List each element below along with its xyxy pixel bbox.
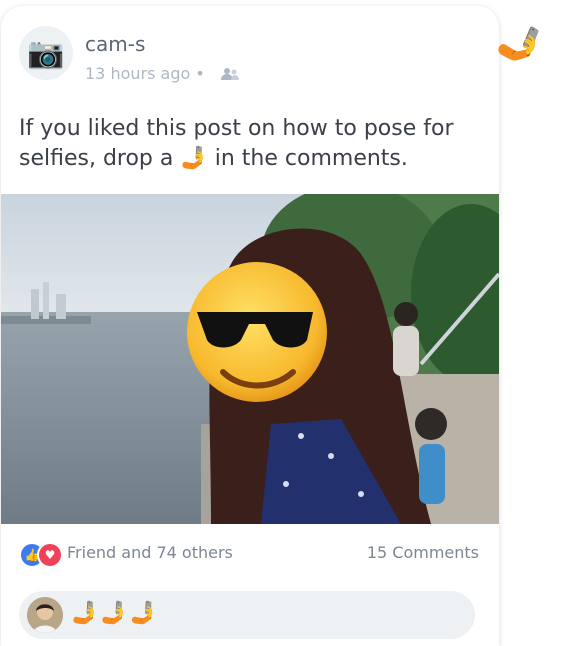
post-card: 📷 cam-s 13 hours ago • If you liked this… [1,6,499,646]
comment-preview[interactable]: 🤳🤳🤳 [19,591,475,639]
timestamp-separator: • [195,64,205,83]
reaction-icons[interactable]: 👍 ♥ [19,542,65,568]
comment-text: 🤳🤳🤳 [71,601,160,626]
love-icon: ♥ [37,542,63,568]
friends-icon[interactable] [221,66,239,85]
camera-icon: 📷 [27,35,65,71]
selfie-icon: 🤳 [492,16,549,71]
comments-count[interactable]: 15 Comments [367,543,479,562]
post-photo[interactable] [1,194,499,524]
timestamp-text: 13 hours ago [85,64,191,83]
post-text: If you liked this post on how to pose fo… [19,116,454,171]
post-header: 📷 cam-s 13 hours ago • [19,26,479,86]
commenter-avatar[interactable] [27,597,63,633]
post-timestamp[interactable]: 13 hours ago • [85,64,205,83]
reactions-bar: 👍 ♥ Friend and 74 others 15 Comments [19,539,479,568]
reaction-summary[interactable]: Friend and 74 others [67,543,233,562]
author-avatar[interactable]: 📷 [19,26,73,80]
author-name[interactable]: cam-s [85,32,145,56]
